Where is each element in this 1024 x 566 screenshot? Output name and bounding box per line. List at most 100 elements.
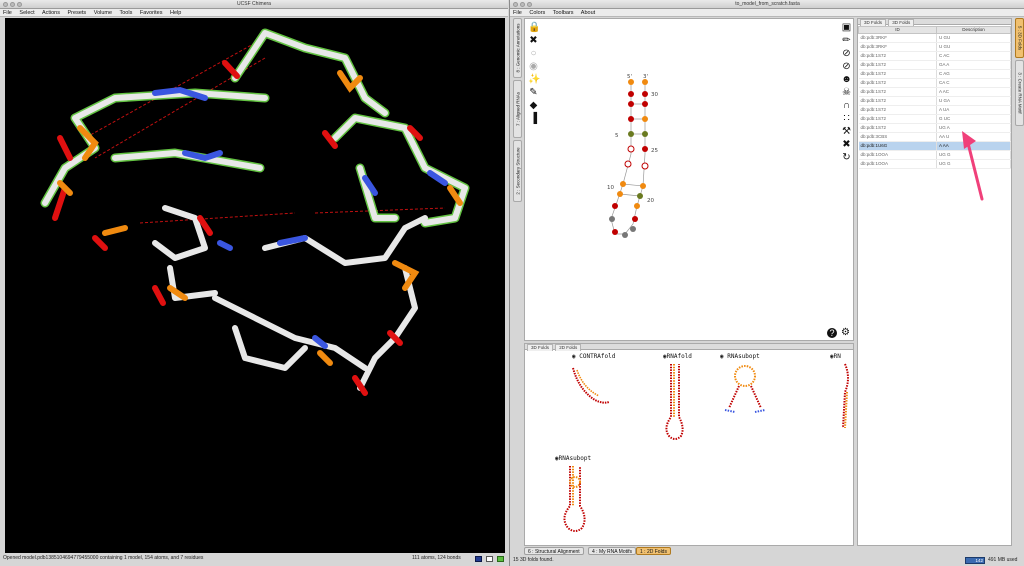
chimera-status-message: Opened model.pdb1385104694779455000 cont… xyxy=(3,555,204,561)
compress-icon[interactable]: ✖ xyxy=(841,139,852,150)
tab-header-3d-folds-2[interactable]: 3D Folds xyxy=(888,19,915,26)
tab-3d-folds[interactable]: 5 : 3D Folds xyxy=(1015,18,1024,58)
table-row[interactable]: db:pdb:3RKF U GU xyxy=(858,33,1011,43)
column-header-description[interactable]: Description xyxy=(936,26,1011,34)
tab-aligned-rnas[interactable]: 7 : Aligned RNAs xyxy=(513,80,522,138)
assemble-menubar: File Colors Toolbars About xyxy=(510,9,1024,17)
menu-about[interactable]: About xyxy=(581,10,595,16)
zoom-window-icon[interactable] xyxy=(17,2,22,7)
circle-icon[interactable]: ○ xyxy=(528,48,539,59)
selection-inspector-icon[interactable] xyxy=(475,556,482,562)
table-row[interactable]: db:pdb:1S72 C AC xyxy=(858,51,1011,61)
fold-thumbnail-rnasubopt[interactable] xyxy=(715,362,775,418)
table-row[interactable]: db:pdb:1S72 CA C xyxy=(858,78,1011,88)
menu-colors[interactable]: Colors xyxy=(529,10,545,16)
pencil-icon[interactable]: ✏ xyxy=(841,35,852,46)
table-row[interactable]: db:pdb:1S72 C AG xyxy=(858,69,1011,79)
menu-volume[interactable]: Volume xyxy=(94,10,112,16)
brush-icon[interactable]: ✎ xyxy=(528,87,539,98)
column-header-id[interactable]: ID xyxy=(858,26,937,34)
close-window-icon[interactable] xyxy=(3,2,8,7)
forbidden-icon[interactable]: ⊘ xyxy=(841,61,852,72)
thumbnail-label-rnasubopt[interactable]: ◉ RNAsubopt xyxy=(720,353,760,360)
tab-header-3d-folds[interactable]: 3D Folds xyxy=(860,19,887,26)
gear-icon[interactable]: ⚙ xyxy=(840,327,851,338)
menu-actions[interactable]: Actions xyxy=(42,10,60,16)
table-row[interactable]: db:pdb:1S72 U GA xyxy=(858,96,1011,106)
forbidden-icon[interactable]: ⊘ xyxy=(841,48,852,59)
minimize-window-icon[interactable] xyxy=(10,2,15,7)
chart-icon[interactable]: ▐ xyxy=(528,113,539,124)
cell-id: db:pdb:1S72 xyxy=(858,60,937,70)
zoom-window-icon[interactable] xyxy=(527,2,532,7)
memory-indicator[interactable]: 142 xyxy=(965,557,985,564)
menu-presets[interactable]: Presets xyxy=(68,10,87,16)
refresh-icon[interactable]: ↻ xyxy=(841,152,852,163)
thumbnail-label-truncated[interactable]: ◉RN xyxy=(830,353,841,360)
cell-id: db:pdb:1OOA xyxy=(858,159,937,169)
cell-description: U GA xyxy=(936,96,1011,106)
chimera-titlebar[interactable]: UCSF Chimera xyxy=(0,0,508,9)
tab-header-2d-folds[interactable]: 2D Folds xyxy=(555,344,582,351)
thumbnail-label-rnasubopt-2[interactable]: ◉RNAsubopt xyxy=(555,455,591,462)
brush-icon[interactable]: ⚒ xyxy=(841,126,852,137)
menu-file[interactable]: File xyxy=(513,10,522,16)
menu-tools[interactable]: Tools xyxy=(120,10,133,16)
eye-icon[interactable]: ◉ xyxy=(572,353,576,360)
fold-thumbnail-contrafold[interactable] xyxy=(565,362,615,412)
menu-select[interactable]: Select xyxy=(19,10,34,16)
menu-favorites[interactable]: Favorites xyxy=(140,10,163,16)
thumbnail-label-rnafold[interactable]: ◉RNAfold xyxy=(663,353,692,360)
table-row[interactable]: db:pdb:1S72 GA A xyxy=(858,60,1011,70)
chimera-menubar: File Select Actions Presets Volume Tools… xyxy=(0,9,508,17)
tag-icon[interactable]: ◆ xyxy=(528,100,539,111)
tab-header-3d-folds[interactable]: 3D Folds xyxy=(527,344,554,351)
tab-structural-alignment[interactable]: 6 : Structural Alignment xyxy=(524,547,584,555)
menu-file[interactable]: File xyxy=(3,10,12,16)
molecule-viewport[interactable] xyxy=(5,18,505,553)
thumbnail-label-contrafold[interactable]: ◉ CONTRAfold xyxy=(572,353,615,360)
green-status-icon[interactable] xyxy=(497,556,504,562)
magic-wand-icon[interactable]: ✨ xyxy=(528,74,540,85)
assemble-window-title: to_model_from_scratch.fasta xyxy=(735,1,800,7)
eye-icon[interactable]: ◉ xyxy=(720,353,724,360)
eye-icon[interactable]: ◉ xyxy=(528,61,539,72)
tab-create-rna-motif[interactable]: 3 : Create RNA Motif xyxy=(1015,60,1024,126)
cell-description: CA C xyxy=(936,78,1011,88)
cell-id: db:pdb:1S72 xyxy=(858,87,937,97)
memory-used: 491 MB used xyxy=(988,557,1018,563)
assemble-titlebar[interactable]: to_model_from_scratch.fasta xyxy=(510,0,1024,9)
secondary-structure-canvas[interactable]: 🔒 ✖ ○ ◉ ✨ ✎ ◆ ▐ ▣ ✏ ⊘ ⊘ ☻ ☠ ∩ ∷ ⚒ ✖ ↻ 5'… xyxy=(524,18,854,341)
table-row[interactable]: db:pdb:1S72 G UC xyxy=(858,114,1011,124)
menu-help[interactable]: Help xyxy=(170,10,181,16)
help-icon[interactable]: ? xyxy=(827,328,837,338)
fold-thumbnail-rnafold[interactable] xyxy=(655,362,695,444)
label-10: 10 xyxy=(607,185,614,191)
smiley-icon[interactable]: ☻ xyxy=(841,74,852,85)
compress-icon[interactable]: ✖ xyxy=(528,35,539,46)
assemble-window: to_model_from_scratch.fasta File Colors … xyxy=(509,0,1024,566)
tab-2d-folds[interactable]: 1 : 2D Folds xyxy=(636,547,671,555)
sliders-icon[interactable]: ∷ xyxy=(841,113,852,124)
lock-icon[interactable]: 🔒 xyxy=(528,22,540,33)
magnet-icon[interactable]: ∩ xyxy=(841,100,852,111)
label-5: 5 xyxy=(615,133,619,139)
rna-hairpin-drawing[interactable]: 5' 3' 30 5 25 10 20 xyxy=(585,74,695,244)
tab-my-rna-motifs[interactable]: 4 : My RNA Motifs xyxy=(588,547,637,555)
table-row[interactable]: db:pdb:3RKF U GU xyxy=(858,42,1011,52)
monitor-icon[interactable]: ▣ xyxy=(841,22,852,33)
command-line-icon[interactable] xyxy=(486,556,493,562)
tab-genomic-annotations[interactable]: 8 : Genomic Annotations xyxy=(513,18,522,78)
table-row[interactable]: db:pdb:1S72 A UA xyxy=(858,105,1011,115)
table-row[interactable]: db:pdb:1S72 A AC xyxy=(858,87,1011,97)
label-3prime: 3' xyxy=(643,74,648,80)
close-window-icon[interactable] xyxy=(513,2,518,7)
fold-thumbnail-truncated[interactable] xyxy=(825,362,853,432)
folds-3d-header: 3D Folds 3D Folds xyxy=(858,19,1011,26)
folds-3d-table: ID Description db:pdb:3RKF U GU db:pdb:3RK… xyxy=(858,26,1011,169)
fold-thumbnail-rnasubopt-2[interactable] xyxy=(550,462,600,534)
tab-secondary-structure[interactable]: 2 : Secondary Structure xyxy=(513,140,522,202)
menu-toolbars[interactable]: Toolbars xyxy=(553,10,574,16)
skull-icon[interactable]: ☠ xyxy=(841,87,852,98)
minimize-window-icon[interactable] xyxy=(520,2,525,7)
